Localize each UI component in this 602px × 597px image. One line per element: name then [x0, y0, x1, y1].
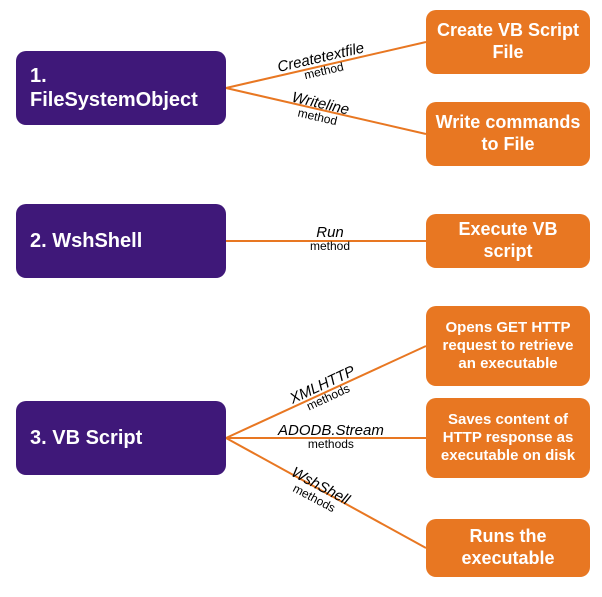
- edge-createtextfile: Createtextfile method: [276, 40, 368, 86]
- action-label: Create VB Script File: [432, 20, 584, 63]
- action-run-executable: Runs the executable: [426, 519, 590, 577]
- step-label: 3. VB Script: [30, 426, 142, 450]
- action-create-vb-script-file: Create VB Script File: [426, 10, 590, 74]
- action-write-commands-to-file: Write commands to File: [426, 102, 590, 166]
- action-label: Saves content of HTTP response as execut…: [432, 411, 584, 465]
- edge-writeline: Writeline method: [288, 90, 351, 129]
- step-filesystemobject: 1. FileSystemObject: [16, 51, 226, 125]
- step-label: 2. WshShell: [30, 229, 142, 253]
- edge-adodb-stream: ADODB.Stream methods: [278, 423, 384, 450]
- step-wshshell: 2. WshShell: [16, 204, 226, 278]
- edge-sub: method: [310, 240, 350, 252]
- edge-xmlhttp: XMLHTTP methods: [288, 363, 363, 417]
- action-label: Runs the executable: [432, 526, 584, 569]
- edge-wshshell: WshShell methods: [283, 465, 352, 519]
- action-label: Opens GET HTTP request to retrieve an ex…: [432, 319, 584, 373]
- action-http-get-executable: Opens GET HTTP request to retrieve an ex…: [426, 306, 590, 386]
- action-execute-vb-script: Execute VB script: [426, 214, 590, 268]
- action-save-executable: Saves content of HTTP response as execut…: [426, 398, 590, 478]
- action-label: Execute VB script: [432, 219, 584, 262]
- step-label: 1. FileSystemObject: [30, 64, 220, 112]
- edge-sub: methods: [278, 438, 384, 450]
- step-vb-script: 3. VB Script: [16, 401, 226, 475]
- edge-run: Run method: [310, 225, 350, 252]
- action-label: Write commands to File: [432, 112, 584, 155]
